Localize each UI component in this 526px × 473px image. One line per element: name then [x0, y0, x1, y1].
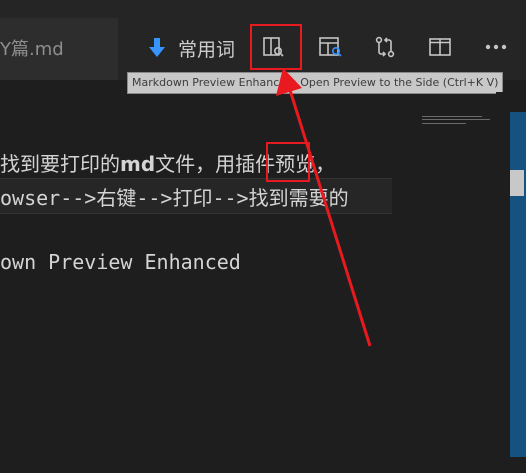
annotation-arrow [276, 68, 372, 347]
